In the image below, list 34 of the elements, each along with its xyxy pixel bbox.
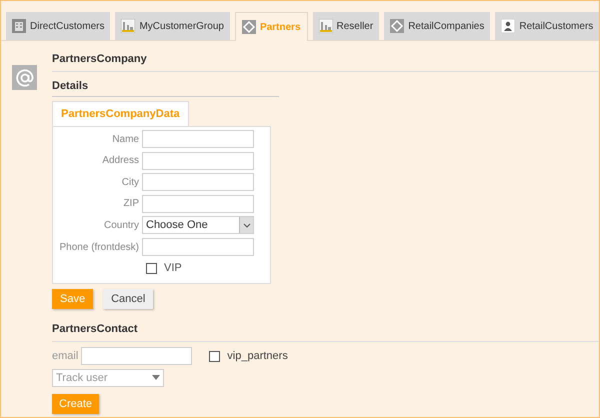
tab[interactable]: RetailCompanies [384,12,490,40]
field-label: email [52,349,78,364]
caret-icon [239,217,253,234]
tab[interactable]: Reseller [312,12,380,40]
tab[interactable]: RetailCustomers [495,12,599,40]
at-sign-icon [12,65,37,90]
section-title: PartnersCompany [52,51,599,72]
email-field[interactable] [81,347,192,366]
checkbox[interactable] [209,350,220,362]
diamond-icon [242,20,256,34]
text-field[interactable] [142,194,254,213]
field-label: ZIP [122,197,139,212]
dropdown[interactable]: Choose One [142,216,254,234]
text-field[interactable] [142,238,254,256]
field-label: Address [101,154,139,168]
field-label: Country [102,218,139,233]
checkbox-label: VIP [164,261,182,276]
field-label: City [120,176,139,190]
text-field[interactable] [142,130,254,148]
building-icon [12,19,26,33]
caret-icon [152,375,160,380]
field-label: Name [111,132,139,147]
diamond-icon [390,19,404,33]
field-label: Phone (frontdesk) [58,240,139,255]
checkbox-label: vip_partners [227,349,288,364]
tab[interactable]: MyCustomerGroup [115,12,230,40]
tab[interactable]: DirectCustomers [6,12,110,40]
cancel-button[interactable]: Cancel [103,289,154,310]
section-subtitle: Details [52,72,279,97]
text-field[interactable] [142,152,254,170]
text-field[interactable] [142,173,254,192]
section-title: PartnersContact [52,321,599,342]
person-icon [501,19,516,33]
checkbox[interactable] [146,263,157,274]
